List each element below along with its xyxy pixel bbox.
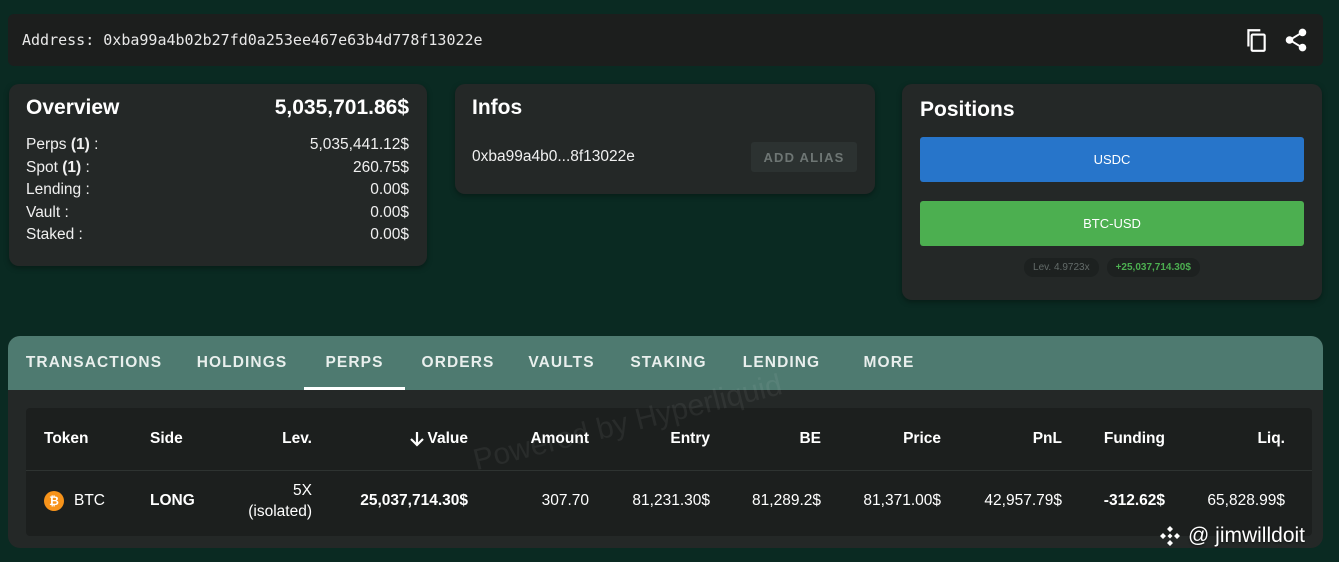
tab-bar: TRANSACTIONS HOLDINGS PERPS ORDERS VAULT… (8, 336, 1323, 390)
header-be[interactable]: BE (746, 408, 821, 470)
overview-row-lending: Lending : 0.00$ (26, 179, 409, 202)
overview-row-perps: Perps (1) : 5,035,441.12$ (26, 134, 409, 157)
cell-be: 81,289.2$ (752, 492, 821, 509)
header-pnl[interactable]: PnL (976, 408, 1062, 470)
infos-title: Infos (472, 96, 523, 119)
cell-amount: 307.70 (541, 492, 589, 509)
header-liq[interactable]: Liq. (1206, 408, 1285, 470)
leverage-chip: Lev. 4.9723x (1024, 258, 1099, 277)
overview-value: 0.00$ (370, 181, 409, 198)
cell-value: 25,037,714.30$ (360, 492, 468, 509)
header-price[interactable]: Price (846, 408, 941, 470)
overview-value: 260.75$ (352, 158, 409, 176)
tab-holdings[interactable]: HOLDINGS (180, 336, 304, 390)
header-value-sort[interactable]: Value (366, 408, 468, 470)
copy-icon[interactable] (1243, 27, 1269, 53)
tab-transactions[interactable]: TRANSACTIONS (8, 336, 180, 390)
cell-token: ₿ BTC (44, 471, 105, 531)
positions-title: Positions (920, 98, 1015, 121)
cell-lev: 5X (isolated) (248, 482, 312, 520)
brand-watermark: @ jimwilldoit (1158, 524, 1305, 548)
overview-card: Overview 5,035,701.86$ Perps (1) : 5,035… (9, 84, 427, 266)
address-bar: Address: 0xba99a4b02b27fd0a253ee467e63b4… (8, 14, 1323, 66)
address-text: Address: 0xba99a4b02b27fd0a253ee467e63b4… (22, 31, 483, 49)
table-row[interactable]: ₿ BTC LONG 5X (isolated) 25,037,714.30$ … (26, 471, 1312, 531)
cell-pnl: 42,957.79$ (984, 492, 1062, 509)
overview-value: 0.00$ (370, 203, 409, 221)
overview-total: 5,035,701.86$ (274, 96, 409, 119)
cell-entry: 81,231.30$ (632, 492, 710, 509)
token-name: BTC (74, 492, 105, 509)
header-funding[interactable]: Funding (1076, 408, 1165, 470)
position-usdc-button[interactable]: USDC (920, 137, 1304, 182)
header-lev[interactable]: Lev. (231, 408, 312, 470)
overview-value: 5,035,441.12$ (309, 136, 409, 153)
header-value: Value (427, 430, 469, 447)
pnl-chip: +25,037,714.30$ (1106, 258, 1200, 277)
tab-orders[interactable]: ORDERS (405, 336, 511, 390)
sort-down-icon (409, 432, 424, 447)
overview-title: Overview (26, 96, 120, 119)
binance-square-icon (1160, 526, 1180, 546)
address-actions (1243, 27, 1309, 53)
header-token[interactable]: Token (44, 408, 89, 470)
overview-row-vault: Vault : 0.00$ (26, 202, 409, 225)
add-alias-button[interactable]: ADD ALIAS (751, 142, 857, 172)
bitcoin-icon: ₿ (44, 491, 64, 511)
overview-value: 0.00$ (370, 226, 409, 243)
tab-vaults[interactable]: VAULTS (511, 336, 612, 390)
main-panel: TRANSACTIONS HOLDINGS PERPS ORDERS VAULT… (8, 336, 1323, 548)
header-side[interactable]: Side (150, 408, 183, 470)
infos-card: Infos 0xba99a4b0...8f13022e ADD ALIAS (455, 84, 875, 194)
tab-staking[interactable]: STAKING (612, 336, 725, 390)
position-btc-usd-button[interactable]: BTC-USD (920, 201, 1304, 246)
positions-card: Positions USDC BTC-USD Lev. 4.9723x +25,… (902, 84, 1322, 300)
cell-funding: -312.62$ (1103, 492, 1165, 509)
overview-row-spot: Spot (1) : 260.75$ (26, 157, 409, 180)
cell-price: 81,371.00$ (863, 492, 941, 509)
overview-row-staked: Staked : 0.00$ (26, 224, 409, 247)
cell-liq: 65,828.99$ (1207, 492, 1285, 509)
infos-address: 0xba99a4b0...8f13022e (472, 148, 635, 165)
brand-handle: @ jimwilldoit (1188, 524, 1305, 547)
share-icon[interactable] (1283, 27, 1309, 53)
cell-side: LONG (150, 492, 195, 509)
tab-perps[interactable]: PERPS (304, 336, 405, 390)
tab-more[interactable]: MORE (838, 336, 940, 390)
